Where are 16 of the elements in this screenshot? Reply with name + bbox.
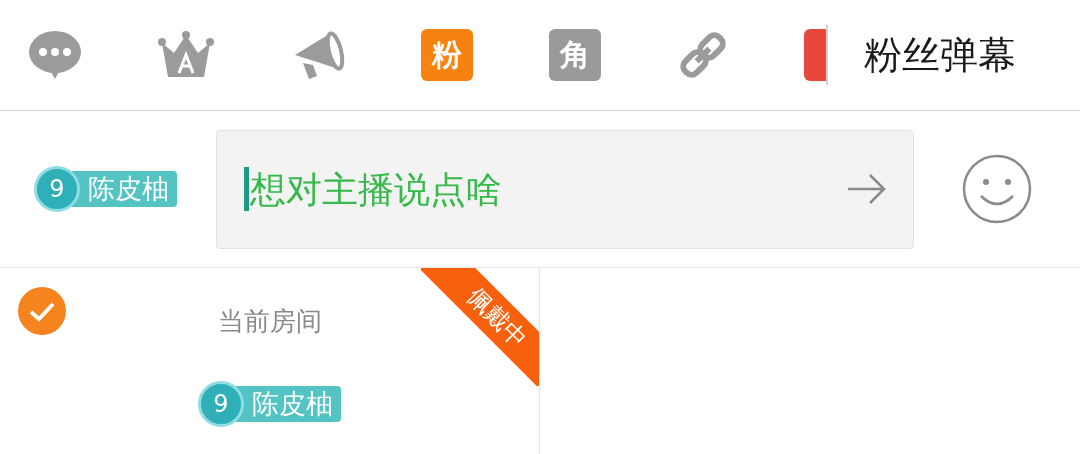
tag-icon[interactable]: 角 — [549, 29, 602, 81]
tag-icon[interactable] — [803, 29, 826, 81]
text-cursor — [244, 166, 249, 211]
message-input[interactable]: 想对主播说点啥 — [216, 129, 914, 249]
send-arrow-icon[interactable] — [846, 171, 888, 206]
level-badge: 9 — [34, 166, 80, 212]
panel-title: 粉丝弹幕 — [864, 31, 1016, 79]
link-icon[interactable] — [677, 30, 728, 80]
room-card[interactable]: 当前房间 9 陈皮柚 佩戴中 — [0, 268, 540, 454]
chat-bubble-icon[interactable] — [28, 30, 82, 80]
status-ribbon: 佩戴中 — [421, 268, 539, 386]
crown-icon[interactable] — [158, 31, 215, 79]
room-label: 当前房间 — [217, 305, 322, 338]
level-badge: 9 — [198, 381, 244, 427]
smiley-icon[interactable] — [962, 154, 1032, 224]
tag-icon[interactable]: 粉 — [421, 29, 473, 81]
